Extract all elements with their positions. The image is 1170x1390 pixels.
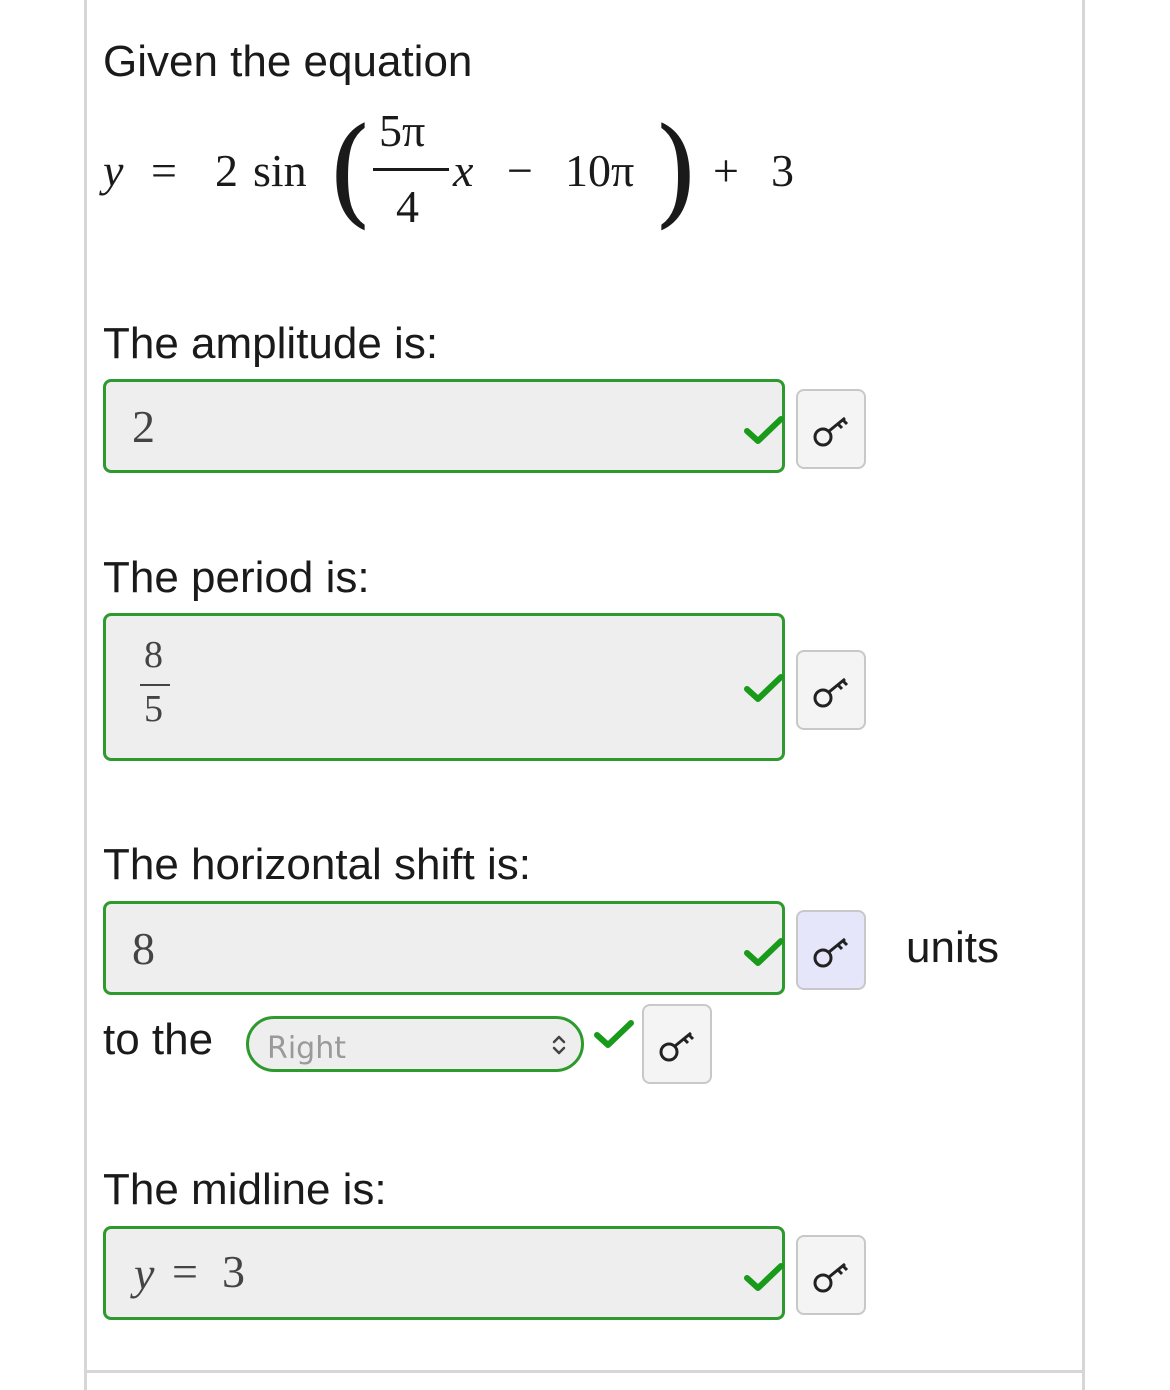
key-icon bbox=[813, 677, 849, 708]
equation-function: sin bbox=[253, 145, 307, 196]
key-icon bbox=[813, 416, 849, 447]
amplitude-input[interactable]: 2 bbox=[103, 379, 785, 473]
key-icon bbox=[813, 937, 849, 968]
check-icon bbox=[594, 1020, 634, 1048]
midline-equals: = bbox=[172, 1246, 198, 1297]
direction-prefix: to the bbox=[103, 1015, 214, 1064]
up-down-chevron-icon bbox=[552, 1035, 566, 1055]
amplitude-value: 2 bbox=[132, 401, 155, 452]
frame-left-border bbox=[84, 0, 87, 1390]
question-intro: Given the equation bbox=[103, 37, 473, 86]
period-label: The period is: bbox=[103, 553, 370, 602]
direction-key-button[interactable] bbox=[642, 1004, 712, 1084]
equation: y = 2 sin ( 5π 4 x − 10π ) + 3 bbox=[103, 108, 823, 250]
period-input[interactable]: 8 5 bbox=[103, 613, 785, 761]
period-numerator: 8 bbox=[144, 634, 163, 676]
period-fraction-bar bbox=[140, 684, 170, 686]
midline-label: The midline is: bbox=[103, 1165, 387, 1214]
amplitude-key-button[interactable] bbox=[796, 389, 866, 469]
fraction-numerator: 5π bbox=[379, 105, 426, 156]
fraction-denominator: 4 bbox=[396, 181, 419, 232]
check-icon bbox=[744, 416, 784, 444]
check-icon bbox=[744, 674, 784, 702]
key-icon bbox=[813, 1262, 849, 1293]
midline-value: 3 bbox=[222, 1246, 245, 1297]
equation-plus: + bbox=[713, 145, 739, 196]
fraction-bar bbox=[373, 168, 449, 171]
horizontal-shift-label: The horizontal shift is: bbox=[103, 840, 531, 889]
midline-key-button[interactable] bbox=[796, 1235, 866, 1315]
equation-variable: x bbox=[453, 145, 474, 196]
horizontal-shift-input[interactable]: 8 bbox=[103, 901, 785, 995]
horizontal-shift-key-button[interactable] bbox=[796, 910, 866, 990]
horizontal-shift-value: 8 bbox=[132, 923, 155, 974]
equation-constant: 3 bbox=[771, 145, 794, 196]
equation-coefficient: 2 bbox=[215, 145, 238, 196]
amplitude-label: The amplitude is: bbox=[103, 319, 439, 368]
right-paren: ) bbox=[653, 102, 700, 240]
key-icon bbox=[659, 1031, 695, 1062]
direction-selected-value: Right bbox=[267, 1031, 346, 1066]
units-label: units bbox=[906, 923, 999, 972]
equation-equals: = bbox=[151, 145, 177, 196]
midline-input[interactable]: y = 3 bbox=[103, 1226, 785, 1320]
frame-bottom-border bbox=[84, 1370, 1085, 1373]
direction-select[interactable]: Right bbox=[246, 1016, 584, 1072]
midline-lhs: y bbox=[134, 1248, 155, 1299]
frame-right-border bbox=[1082, 0, 1085, 1390]
equation-shift: 10π bbox=[565, 145, 635, 196]
check-icon bbox=[744, 938, 784, 966]
equation-minus: − bbox=[507, 145, 533, 196]
check-icon bbox=[744, 1263, 784, 1291]
period-denominator: 5 bbox=[144, 688, 163, 730]
equation-lhs: y bbox=[103, 145, 124, 196]
period-key-button[interactable] bbox=[796, 650, 866, 730]
left-paren: ( bbox=[327, 102, 374, 240]
